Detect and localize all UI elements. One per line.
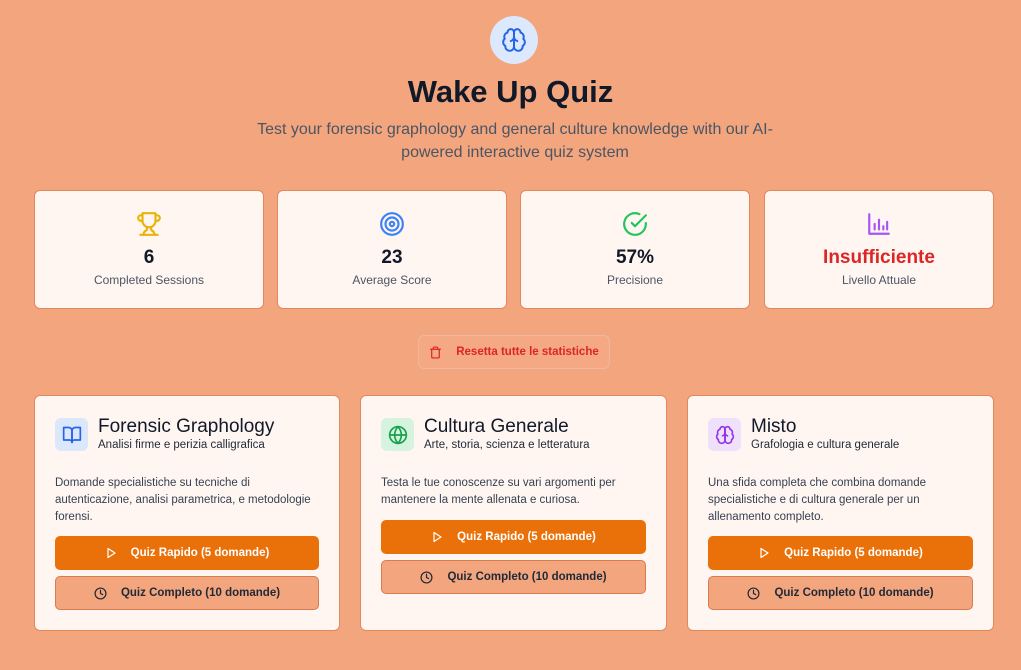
full-quiz-button[interactable]: Quiz Completo (10 domande) xyxy=(55,576,319,610)
stat-value: 6 xyxy=(143,247,155,268)
stat-card-sessions: 6 Completed Sessions xyxy=(34,190,264,309)
stat-label: Average Score xyxy=(352,273,432,287)
card-title: Misto xyxy=(751,416,797,437)
trophy-icon xyxy=(137,212,161,236)
stat-value: 57% xyxy=(615,247,655,268)
quiz-card-forensic: Forensic Graphology Analisi firme e peri… xyxy=(34,395,340,631)
quiz-card-mixed: Misto Grafologia e cultura generale Una … xyxy=(687,395,994,631)
stat-card-level: Insufficiente Livello Attuale xyxy=(764,190,994,309)
brain-icon xyxy=(715,425,734,444)
card-description: Domande specialistiche su tecniche di au… xyxy=(55,477,311,523)
stat-value: Insufficiente xyxy=(823,247,935,268)
full-quiz-label: Quiz Completo (10 domande) xyxy=(120,587,281,599)
clock-icon xyxy=(420,570,433,584)
globe-icon xyxy=(388,424,407,445)
quick-quiz-label: Quiz Rapido (5 domande) xyxy=(784,547,923,559)
play-icon xyxy=(107,547,116,559)
reset-stats-button[interactable]: Resetta tutte le statistiche xyxy=(418,335,610,369)
stat-card-average: 23 Average Score xyxy=(277,190,507,309)
quick-quiz-label: Quiz Rapido (5 domande) xyxy=(457,531,596,543)
full-quiz-label: Quiz Completo (10 domande) xyxy=(774,587,934,599)
card-title: Cultura Generale xyxy=(424,416,569,437)
stat-label: Completed Sessions xyxy=(93,273,205,287)
full-quiz-button[interactable]: Quiz Completo (10 domande) xyxy=(708,576,973,610)
stat-label: Livello Attuale xyxy=(841,273,917,287)
reset-stats-label: Resetta tutte le statistiche xyxy=(456,346,599,358)
card-subtitle: Arte, storia, scienza e letteratura xyxy=(424,439,590,451)
card-subtitle: Grafologia e cultura generale xyxy=(751,439,900,451)
card-description: Una sfida completa che combina domande s… xyxy=(708,477,926,523)
quiz-card-general: Cultura Generale Arte, storia, scienza e… xyxy=(360,395,667,631)
card-description: Testa le tue conoscenze su vari argoment… xyxy=(381,477,616,506)
quick-quiz-button[interactable]: Quiz Rapido (5 domande) xyxy=(708,536,973,570)
clock-icon xyxy=(94,586,107,600)
quick-quiz-button[interactable]: Quiz Rapido (5 domande) xyxy=(381,520,646,554)
play-icon xyxy=(760,547,769,559)
stat-value: 23 xyxy=(381,247,403,268)
bar-chart-icon xyxy=(868,213,890,235)
card-title: Forensic Graphology xyxy=(98,416,275,437)
page-title: Wake Up Quiz xyxy=(407,74,614,109)
clock-icon xyxy=(747,586,760,600)
logo xyxy=(490,16,538,64)
brain-icon xyxy=(502,28,526,52)
target-icon xyxy=(380,212,404,236)
stats-row: 6 Completed Sessions 23 Average Score 57… xyxy=(34,190,994,309)
trash-icon xyxy=(430,345,442,359)
stat-card-precision: 57% Precisione xyxy=(520,190,750,309)
check-circle-icon xyxy=(623,212,647,236)
quick-quiz-button[interactable]: Quiz Rapido (5 domande) xyxy=(55,536,319,570)
play-icon xyxy=(433,531,442,543)
card-subtitle: Analisi firme e perizia calligrafica xyxy=(98,439,265,451)
quick-quiz-label: Quiz Rapido (5 domande) xyxy=(130,547,270,559)
page-subtitle: Test your forensic graphology and genera… xyxy=(257,121,773,161)
full-quiz-button[interactable]: Quiz Completo (10 domande) xyxy=(381,560,646,594)
stat-label: Precisione xyxy=(606,273,664,287)
full-quiz-label: Quiz Completo (10 domande) xyxy=(447,571,607,583)
book-icon xyxy=(62,426,81,443)
